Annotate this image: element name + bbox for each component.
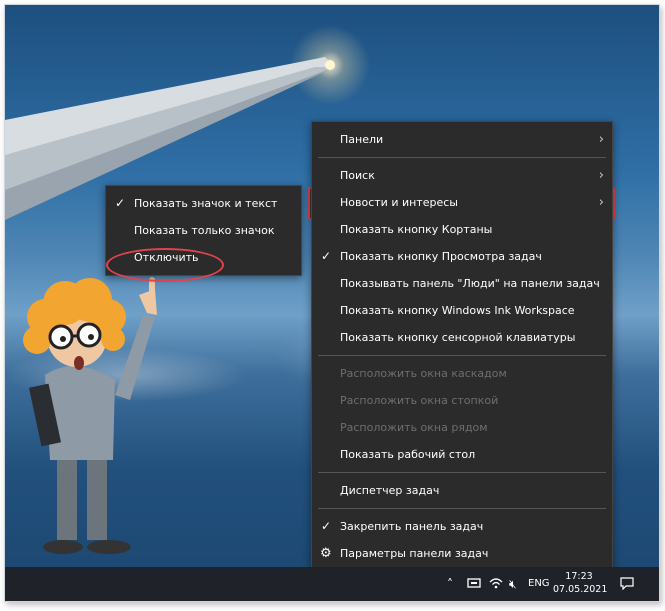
menu-item-label: Поиск: [340, 169, 375, 182]
menu-item-show-desktop[interactable]: Показать рабочий стол: [312, 441, 612, 468]
menu-item-label: Панели: [340, 133, 384, 146]
menu-item-label: Диспетчер задач: [340, 484, 440, 497]
menu-item-label: Показать кнопку Кортаны: [340, 223, 493, 236]
cartoon-character: [23, 277, 157, 554]
menu-item-windows-ink[interactable]: Показать кнопку Windows Ink Workspace: [312, 297, 612, 324]
menu-item-label: Новости и интересы: [340, 196, 458, 209]
submenu-item-label: Показать только значок: [134, 224, 275, 237]
menu-item-label: Показать кнопку сенсорной клавиатуры: [340, 331, 576, 344]
menu-item-label: Параметры панели задач: [340, 547, 489, 560]
volume-mute-icon[interactable]: 🔇︎: [509, 567, 517, 601]
chevron-right-icon: ›: [598, 168, 604, 183]
chevron-right-icon: ›: [598, 195, 604, 210]
menu-item-label: Показывать панель "Люди" на панели задач: [340, 277, 600, 290]
checkmark-icon: ✓: [321, 249, 332, 263]
menu-item-side-by-side: Расположить окна рядом: [312, 414, 612, 441]
clock[interactable]: 17:23 07.05.2021: [553, 570, 608, 596]
menu-separator: [318, 355, 606, 356]
menu-item-taskbar-settings[interactable]: ⚙ Параметры панели задач: [312, 540, 612, 567]
clock-time: 17:23: [565, 571, 593, 582]
menu-separator: [318, 472, 606, 473]
checkmark-icon: ✓: [321, 519, 332, 533]
menu-item-label: Показать кнопку Windows Ink Workspace: [340, 304, 575, 317]
submenu-item-icon-only[interactable]: Показать только значок: [106, 217, 301, 244]
wifi-icon[interactable]: [489, 567, 503, 601]
menu-item-people-bar[interactable]: Показывать панель "Люди" на панели задач: [312, 270, 612, 297]
menu-item-label: Расположить окна каскадом: [340, 367, 507, 380]
menu-item-touch-keyboard[interactable]: Показать кнопку сенсорной клавиатуры: [312, 324, 612, 351]
checkmark-icon: ✓: [115, 196, 126, 210]
taskbar-context-menu: Панели › Поиск › Новости и интересы › По…: [311, 121, 613, 572]
screenshot-frame: Панели › Поиск › Новости и интересы › По…: [4, 4, 660, 602]
menu-item-task-manager[interactable]: Диспетчер задач: [312, 477, 612, 504]
menu-item-stack-windows: Расположить окна стопкой: [312, 387, 612, 414]
menu-item-search[interactable]: Поиск ›: [312, 162, 612, 189]
language-indicator[interactable]: ENG: [528, 567, 550, 601]
menu-item-label: Расположить окна стопкой: [340, 394, 499, 407]
menu-item-cortana-button[interactable]: Показать кнопку Кортаны: [312, 216, 612, 243]
chevron-up-icon[interactable]: ˄: [447, 567, 453, 601]
menu-item-panels[interactable]: Панели ›: [312, 126, 612, 153]
chevron-right-icon: ›: [598, 132, 604, 147]
gear-icon: ⚙: [320, 546, 332, 561]
menu-item-label: Показать кнопку Просмотра задач: [340, 250, 542, 263]
clock-date: 07.05.2021: [553, 584, 608, 595]
submenu-item-icon-and-text[interactable]: ✓ Показать значок и текст: [106, 190, 301, 217]
menu-separator: [318, 157, 606, 158]
menu-item-cascade-windows: Расположить окна каскадом: [312, 360, 612, 387]
notification-icon[interactable]: [620, 567, 634, 601]
highlight-circle: [106, 248, 224, 282]
menu-separator: [318, 508, 606, 509]
menu-item-task-view-button[interactable]: ✓ Показать кнопку Просмотра задач: [312, 243, 612, 270]
submenu-item-label: Показать значок и текст: [134, 197, 278, 210]
menu-item-label: Закрепить панель задач: [340, 520, 484, 533]
menu-item-label: Расположить окна рядом: [340, 421, 488, 434]
menu-item-news-and-interests[interactable]: Новости и интересы ›: [312, 189, 612, 216]
network-icon[interactable]: [467, 567, 481, 601]
menu-item-label: Показать рабочий стол: [340, 448, 476, 461]
taskbar: ˄ 🔇︎ ENG 17:23 07.05.2021: [5, 567, 659, 601]
menu-item-lock-taskbar[interactable]: ✓ Закрепить панель задач: [312, 513, 612, 540]
